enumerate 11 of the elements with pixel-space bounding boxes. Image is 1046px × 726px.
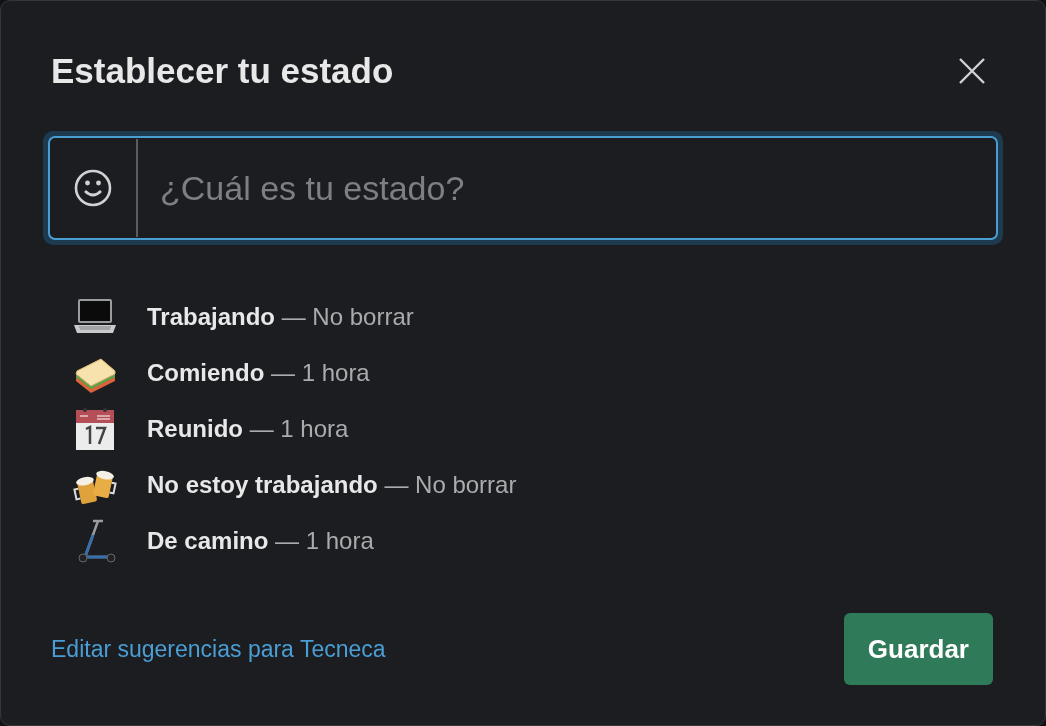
close-icon	[959, 58, 985, 84]
status-suggestion[interactable]: Trabajando — No borrar	[71, 293, 975, 341]
status-suggestion[interactable]: De camino — 1 hora	[71, 517, 975, 565]
smiley-icon	[73, 168, 113, 208]
status-suggestion[interactable]: Reunido — 1 hora	[71, 405, 975, 453]
dialog-title: Establecer tu estado	[51, 50, 394, 92]
edit-suggestions-link[interactable]: Editar sugerencias para Tecneca	[51, 631, 386, 667]
close-button[interactable]	[957, 56, 987, 86]
status-suggestion[interactable]: No estoy trabajando — No borrar	[71, 461, 975, 509]
status-suggestion[interactable]: Comiendo — 1 hora	[71, 349, 975, 397]
save-button[interactable]: Guardar	[843, 613, 993, 685]
